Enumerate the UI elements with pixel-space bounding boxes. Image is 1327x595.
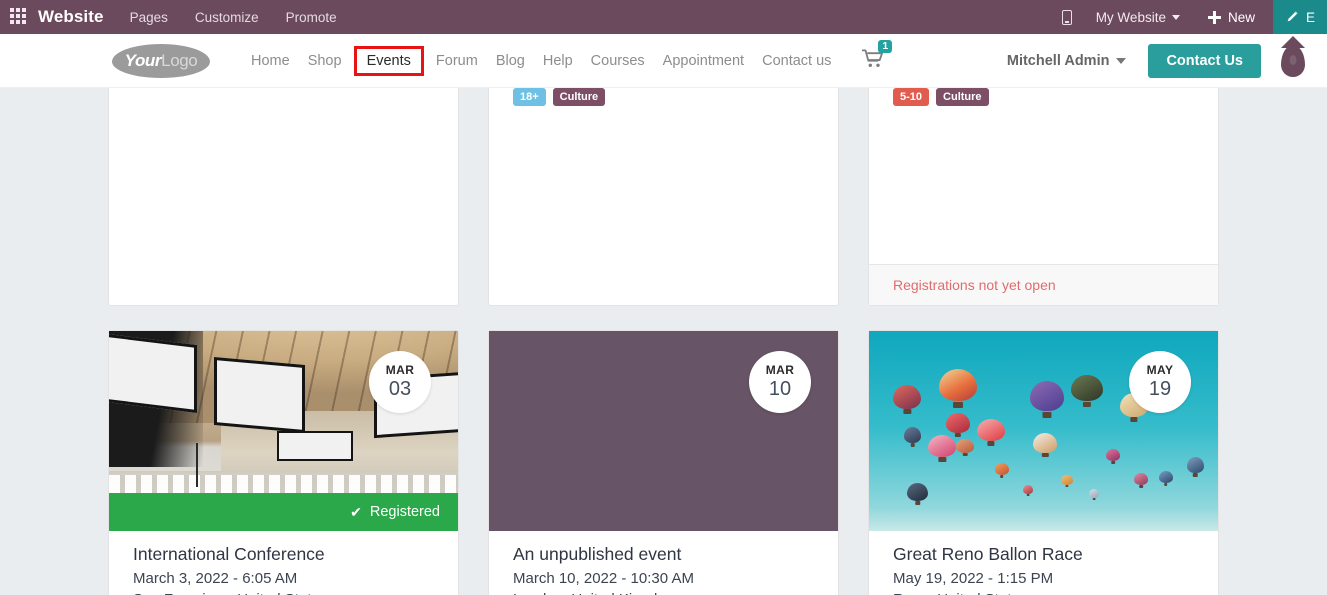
logo-text-your: Your xyxy=(124,50,162,70)
website-selector[interactable]: My Website xyxy=(1096,10,1180,25)
events-row-top: February 7, 2022 - 8:00 AM Online Februa… xyxy=(108,88,1219,306)
header-right-group: Mitchell Admin Contact Us xyxy=(1007,43,1327,78)
new-button[interactable]: New xyxy=(1207,9,1255,25)
nav-item-events[interactable]: Events xyxy=(353,45,424,76)
edit-button[interactable]: E xyxy=(1272,0,1327,34)
plus-icon xyxy=(1207,10,1221,24)
registered-ribbon: ✔ Registered xyxy=(109,493,458,531)
event-date-badge-day: 10 xyxy=(768,377,792,400)
row-gap-spacer xyxy=(108,306,1219,330)
event-card[interactable]: MAR 03 ✔ Registered International Confer… xyxy=(108,330,459,595)
website-header: Your Logo Home Shop Events Forum Blog Hel… xyxy=(0,34,1327,88)
events-row-main: MAR 03 ✔ Registered International Confer… xyxy=(108,330,1219,595)
site-logo[interactable]: Your Logo xyxy=(112,43,210,78)
event-tag[interactable]: 5-10 xyxy=(893,88,930,106)
event-card-body: February 15, 2022 - 8:00 AM Los Angeles,… xyxy=(489,88,838,305)
event-title[interactable]: International Conference xyxy=(133,543,434,567)
event-card-body: Great Reno Ballon Race May 19, 2022 - 1:… xyxy=(869,531,1218,595)
event-title[interactable]: An unpublished event xyxy=(513,543,814,567)
event-location: San Francisco, United States xyxy=(133,589,434,595)
events-page-content: February 7, 2022 - 8:00 AM Online Februa… xyxy=(0,88,1327,595)
event-card[interactable]: February 15, 2022 - 8:00 AM Los Angeles,… xyxy=(488,88,839,306)
event-tag[interactable]: Culture xyxy=(936,88,989,106)
nav-item-forum[interactable]: Forum xyxy=(427,47,487,75)
event-title[interactable]: Great Reno Ballon Race xyxy=(893,543,1194,567)
nav-item-shop[interactable]: Shop xyxy=(299,47,351,75)
website-selector-label: My Website xyxy=(1095,9,1166,25)
pencil-icon xyxy=(1285,10,1299,24)
nav-item-contact-us[interactable]: Contact us xyxy=(753,47,840,75)
contact-us-button[interactable]: Contact Us xyxy=(1148,43,1261,78)
edit-button-label: E xyxy=(1305,9,1315,25)
apps-grid-icon[interactable] xyxy=(10,8,28,26)
user-menu[interactable]: Mitchell Admin xyxy=(1007,53,1127,69)
event-tags: 5-10 Culture xyxy=(893,88,1194,106)
droplet-decoration-icon xyxy=(1281,44,1305,77)
event-card-media[interactable]: MAY 19 xyxy=(869,331,1218,531)
event-card-body: An unpublished event March 10, 2022 - 10… xyxy=(489,531,838,595)
topbar-right-group: My Website New E xyxy=(1061,0,1327,34)
event-date: May 19, 2022 - 1:15 PM xyxy=(893,569,1054,587)
event-tag[interactable]: 18+ xyxy=(513,88,546,106)
event-date-badge-month: MAR xyxy=(765,362,795,377)
event-registration-status: Registrations not yet open xyxy=(869,264,1218,305)
topbar-menu-pages[interactable]: Pages xyxy=(130,10,168,25)
event-date-badge: MAR 03 xyxy=(369,351,431,413)
nav-item-home[interactable]: Home xyxy=(242,47,299,75)
event-location: Reno, United States xyxy=(893,589,1194,595)
event-card[interactable]: MAR 10 An unpublished event March 10, 20… xyxy=(488,330,839,595)
event-tags: 18+ Culture xyxy=(513,88,814,106)
new-button-label: New xyxy=(1227,9,1255,25)
user-menu-label: Mitchell Admin xyxy=(1006,52,1110,69)
event-date-badge: MAY 19 xyxy=(1129,351,1191,413)
event-card-media[interactable]: MAR 03 ✔ Registered xyxy=(109,331,458,531)
chevron-down-icon xyxy=(1116,57,1127,64)
current-app-name: Website xyxy=(38,7,104,26)
nav-item-blog[interactable]: Blog xyxy=(487,47,534,75)
registered-ribbon-label: Registered xyxy=(369,504,440,520)
event-card-media[interactable]: MAR 10 xyxy=(489,331,838,531)
event-tag[interactable]: Culture xyxy=(552,88,606,106)
cart-count-badge: 1 xyxy=(878,39,893,54)
event-card[interactable]: February 16, 2022 - 12:00 AM Los Angeles… xyxy=(868,88,1219,306)
event-date-badge-day: 03 xyxy=(388,377,412,400)
mobile-preview-icon[interactable] xyxy=(1061,9,1072,25)
check-icon: ✔ xyxy=(350,503,362,520)
event-card-body: February 16, 2022 - 12:00 AM Los Angeles… xyxy=(869,88,1218,264)
event-date-badge-month: MAR xyxy=(385,362,415,377)
site-main-nav: Home Shop Events Forum Blog Help Courses… xyxy=(242,39,893,76)
event-card[interactable]: MAY 19 Great Reno Ballon Race May 19, 20… xyxy=(868,330,1219,595)
topbar-menu-promote[interactable]: Promote xyxy=(286,10,337,25)
event-card-body: International Conference March 3, 2022 -… xyxy=(109,531,458,595)
event-card[interactable]: February 7, 2022 - 8:00 AM Online xyxy=(108,88,459,306)
event-date-badge: MAR 10 xyxy=(749,351,811,413)
odoo-top-navbar: Website Pages Customize Promote My Websi… xyxy=(0,0,1327,34)
event-date: March 3, 2022 - 6:05 AM xyxy=(133,569,298,587)
cart-button[interactable]: 1 xyxy=(862,39,893,73)
nav-item-help[interactable]: Help xyxy=(534,47,582,75)
event-date-badge-month: MAY xyxy=(1146,362,1174,377)
nav-item-courses[interactable]: Courses xyxy=(582,47,654,75)
nav-item-appointment[interactable]: Appointment xyxy=(654,47,753,75)
event-location: London, United Kingdom xyxy=(513,589,814,595)
event-date-badge-day: 19 xyxy=(1148,377,1172,400)
event-date: March 10, 2022 - 10:30 AM xyxy=(513,569,694,587)
logo-text-logo: Logo xyxy=(161,50,198,70)
chevron-down-icon xyxy=(1171,14,1180,20)
event-card-body: February 7, 2022 - 8:00 AM Online xyxy=(109,88,458,305)
topbar-menu-customize[interactable]: Customize xyxy=(195,10,259,25)
